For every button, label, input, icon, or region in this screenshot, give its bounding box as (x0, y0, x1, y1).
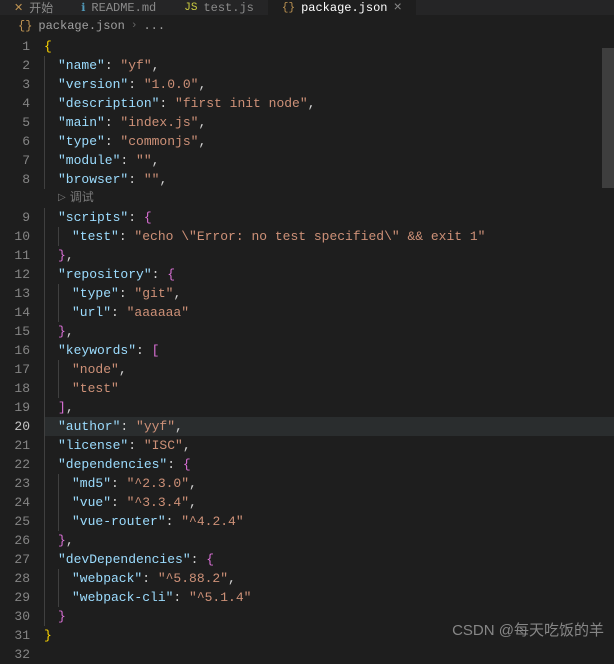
vertical-scrollbar[interactable] (602, 48, 614, 648)
debug-codelens[interactable]: ▷调试 (44, 189, 614, 208)
line-number: 8 (0, 170, 30, 189)
line-number: 29 (0, 588, 30, 607)
line-number: 17 (0, 360, 30, 379)
line-number: 12 (0, 265, 30, 284)
line-number: 11 (0, 246, 30, 265)
code-line[interactable]: "license": "ISC", (44, 436, 614, 455)
code-line[interactable]: "url": "aaaaaa" (44, 303, 614, 322)
code-line[interactable]: } (44, 626, 614, 645)
file-type-icon: ✕ (14, 1, 23, 15)
debug-codelens-label: 调试 (70, 189, 94, 208)
code-line[interactable]: "repository": { (44, 265, 614, 284)
line-number: 21 (0, 436, 30, 455)
code-line[interactable]: "version": "1.0.0", (44, 75, 614, 94)
line-number-gutter: 12345678 9101112131415161718192021222324… (0, 37, 44, 664)
tab-label: test.js (203, 1, 253, 15)
code-line[interactable]: ], (44, 398, 614, 417)
file-type-icon: {} (282, 2, 295, 14)
code-line[interactable]: "webpack": "^5.88.2", (44, 569, 614, 588)
breadcrumb-file: package.json (38, 19, 124, 33)
code-line[interactable]: "dependencies": { (44, 455, 614, 474)
file-type-icon: ℹ (81, 1, 85, 15)
line-number: 14 (0, 303, 30, 322)
code-line[interactable]: "vue-router": "^4.2.4" (44, 512, 614, 531)
code-line[interactable]: "node", (44, 360, 614, 379)
line-number: 2 (0, 56, 30, 75)
line-number: 25 (0, 512, 30, 531)
breadcrumb-rest: ... (143, 19, 165, 33)
line-number: 7 (0, 151, 30, 170)
tab-test-js[interactable]: JS test.js (170, 0, 268, 15)
code-line[interactable]: "scripts": { (44, 208, 614, 227)
code-line[interactable]: "vue": "^3.3.4", (44, 493, 614, 512)
code-line[interactable]: "name": "yf", (44, 56, 614, 75)
code-line[interactable]: }, (44, 322, 614, 341)
code-line[interactable]: }, (44, 246, 614, 265)
code-line[interactable]: "browser": "", (44, 170, 614, 189)
line-number: 5 (0, 113, 30, 132)
line-number: 27 (0, 550, 30, 569)
code-editor[interactable]: 12345678 9101112131415161718192021222324… (0, 37, 614, 664)
code-line[interactable]: "author": "yyf", (44, 417, 614, 436)
code-line[interactable]: "md5": "^2.3.0", (44, 474, 614, 493)
line-number: 31 (0, 626, 30, 645)
chevron-right-icon: › (131, 20, 138, 32)
close-icon[interactable]: × (393, 0, 401, 15)
line-number: 30 (0, 607, 30, 626)
json-file-icon: {} (18, 19, 32, 33)
line-number: 22 (0, 455, 30, 474)
scrollbar-thumb[interactable] (602, 48, 614, 188)
line-number: 10 (0, 227, 30, 246)
code-content[interactable]: {"name": "yf","version": "1.0.0","descri… (44, 37, 614, 664)
code-line[interactable]: "test": "echo \"Error: no test specified… (44, 227, 614, 246)
code-line[interactable]: "description": "first init node", (44, 94, 614, 113)
tab-readme-md[interactable]: ℹ README.md (67, 0, 170, 15)
code-line[interactable]: "devDependencies": { (44, 550, 614, 569)
line-number: 13 (0, 284, 30, 303)
code-line[interactable]: "main": "index.js", (44, 113, 614, 132)
line-number: 24 (0, 493, 30, 512)
code-line[interactable]: { (44, 37, 614, 56)
line-number: 23 (0, 474, 30, 493)
line-number: 32 (0, 645, 30, 664)
line-number: 20 (0, 417, 30, 436)
tab-label: package.json (301, 1, 387, 15)
line-number: 15 (0, 322, 30, 341)
breadcrumb[interactable]: {} package.json › ... (0, 15, 614, 37)
line-number: 26 (0, 531, 30, 550)
line-number: 28 (0, 569, 30, 588)
file-type-icon: JS (184, 2, 197, 14)
tab-label: README.md (91, 1, 156, 15)
code-line[interactable]: "webpack-cli": "^5.1.4" (44, 588, 614, 607)
editor-tabs: ✕ 开始 ℹ README.md JS test.js {} package.json × (0, 0, 614, 15)
code-line[interactable]: } (44, 607, 614, 626)
tab-package-json[interactable]: {} package.json × (268, 0, 416, 15)
code-line[interactable]: }, (44, 531, 614, 550)
line-number: 4 (0, 94, 30, 113)
line-number: 18 (0, 379, 30, 398)
code-line[interactable]: "type": "commonjs", (44, 132, 614, 151)
line-number: 16 (0, 341, 30, 360)
line-number: 9 (0, 208, 30, 227)
tab--[interactable]: ✕ 开始 (0, 0, 67, 15)
code-line[interactable]: "test" (44, 379, 614, 398)
code-line[interactable]: "keywords": [ (44, 341, 614, 360)
code-line[interactable]: "type": "git", (44, 284, 614, 303)
line-number: 1 (0, 37, 30, 56)
code-line[interactable]: "module": "", (44, 151, 614, 170)
code-line[interactable] (44, 645, 614, 664)
tab-label: 开始 (29, 0, 53, 15)
line-number: 19 (0, 398, 30, 417)
line-number: 6 (0, 132, 30, 151)
play-icon: ▷ (58, 189, 66, 208)
line-number: 3 (0, 75, 30, 94)
